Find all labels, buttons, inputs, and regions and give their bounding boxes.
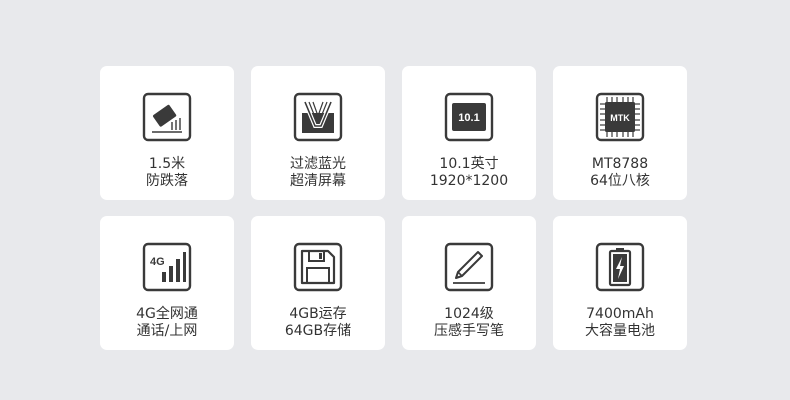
feature-line2: 64GB存储 <box>284 323 352 339</box>
battery-icon <box>595 242 645 292</box>
feature-line2: 1920*1200 <box>429 173 509 189</box>
feature-card-storage: 4GB运存 64GB存储 <box>251 216 385 350</box>
feature-card-network: 4G 4G全网通 通话/上网 <box>100 216 234 350</box>
feature-label: 1024级 压感手写笔 <box>434 306 504 340</box>
feature-label: 过滤蓝光 超清屏幕 <box>290 156 346 190</box>
screen-size-icon: 10.1 <box>444 92 494 142</box>
stylus-pen-icon <box>444 242 494 292</box>
feature-line1: 1024级 <box>444 306 494 322</box>
feature-line2: 64位八核 <box>590 173 650 189</box>
floppy-disk-icon <box>293 242 343 292</box>
feature-card-cpu: MTK MT8788 64位八核 <box>553 66 687 200</box>
feature-grid: 1.5米 防跌落 过滤蓝光 超清屏幕 10.1 10.1英寸 1920*1200… <box>100 66 687 350</box>
cpu-chip-icon: MTK <box>595 92 645 142</box>
feature-card-screen-size: 10.1 10.1英寸 1920*1200 <box>402 66 536 200</box>
blue-light-filter-icon <box>293 92 343 142</box>
feature-line1: 4GB运存 <box>289 306 347 322</box>
feature-line1: 7400mAh <box>586 306 654 322</box>
feature-label: 4G全网通 通话/上网 <box>136 306 198 340</box>
feature-card-stylus: 1024级 压感手写笔 <box>402 216 536 350</box>
signal-4g-icon: 4G <box>142 242 192 292</box>
feature-label: 1.5米 防跌落 <box>146 156 188 190</box>
feature-line2: 压感手写笔 <box>434 323 504 339</box>
feature-card-drop-proof: 1.5米 防跌落 <box>100 66 234 200</box>
drop-proof-icon <box>142 92 192 142</box>
feature-line1: 1.5米 <box>148 156 186 172</box>
network-badge: 4G <box>150 256 165 268</box>
feature-label: MT8788 64位八核 <box>590 156 650 190</box>
feature-line1: 4G全网通 <box>136 306 198 322</box>
feature-label: 7400mAh 大容量电池 <box>585 306 655 340</box>
cpu-badge: MTK <box>610 113 630 123</box>
feature-line1: 10.1英寸 <box>439 156 499 172</box>
feature-line2: 通话/上网 <box>136 323 198 339</box>
feature-label: 4GB运存 64GB存储 <box>285 306 351 340</box>
feature-line1: 过滤蓝光 <box>290 156 346 172</box>
feature-line2: 超清屏幕 <box>290 173 346 189</box>
screen-size-badge: 10.1 <box>458 112 479 124</box>
feature-line1: MT8788 <box>591 156 649 172</box>
feature-card-battery: 7400mAh 大容量电池 <box>553 216 687 350</box>
feature-line2: 防跌落 <box>146 173 188 189</box>
feature-card-blue-light: 过滤蓝光 超清屏幕 <box>251 66 385 200</box>
feature-line2: 大容量电池 <box>585 323 655 339</box>
feature-label: 10.1英寸 1920*1200 <box>430 156 508 190</box>
